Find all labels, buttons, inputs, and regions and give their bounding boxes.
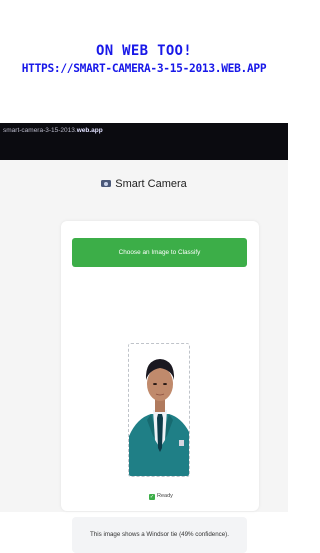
portrait-photo xyxy=(129,344,189,476)
promo-banner: ON WEB TOO! HTTPS://SMART-CAMERA-3-15-20… xyxy=(0,0,288,123)
promo-url: HTTPS://SMART-CAMERA-3-15-2013.WEB.APP xyxy=(21,62,267,75)
image-preview xyxy=(128,343,190,477)
result-text: This image shows a Windsor tie (49% conf… xyxy=(90,531,229,538)
url-text[interactable]: smart-camera-3-15-2013.web.app xyxy=(3,127,103,134)
page-title-text: Smart Camera xyxy=(115,178,187,190)
status-label: Ready xyxy=(157,493,173,499)
status-indicator: ✓ Ready xyxy=(149,493,173,500)
page-title: Smart Camera xyxy=(0,178,288,190)
browser-address-bar[interactable]: smart-camera-3-15-2013.web.app xyxy=(0,123,288,160)
promo-headline: ON WEB TOO! xyxy=(95,43,193,59)
url-domain: web.app xyxy=(76,127,103,134)
choose-image-button[interactable]: Choose an Image to Classify xyxy=(72,238,247,267)
camera-icon xyxy=(101,180,112,187)
classifier-card: Choose an Image to Classify ✓ Ready This… xyxy=(61,221,259,553)
result-panel: This image shows a Windsor tie (49% conf… xyxy=(72,517,247,553)
check-icon: ✓ xyxy=(149,494,155,500)
url-prefix: smart-camera-3-15-2013. xyxy=(3,127,77,134)
app-page: Smart Camera Choose an Image to Classify xyxy=(0,160,288,553)
